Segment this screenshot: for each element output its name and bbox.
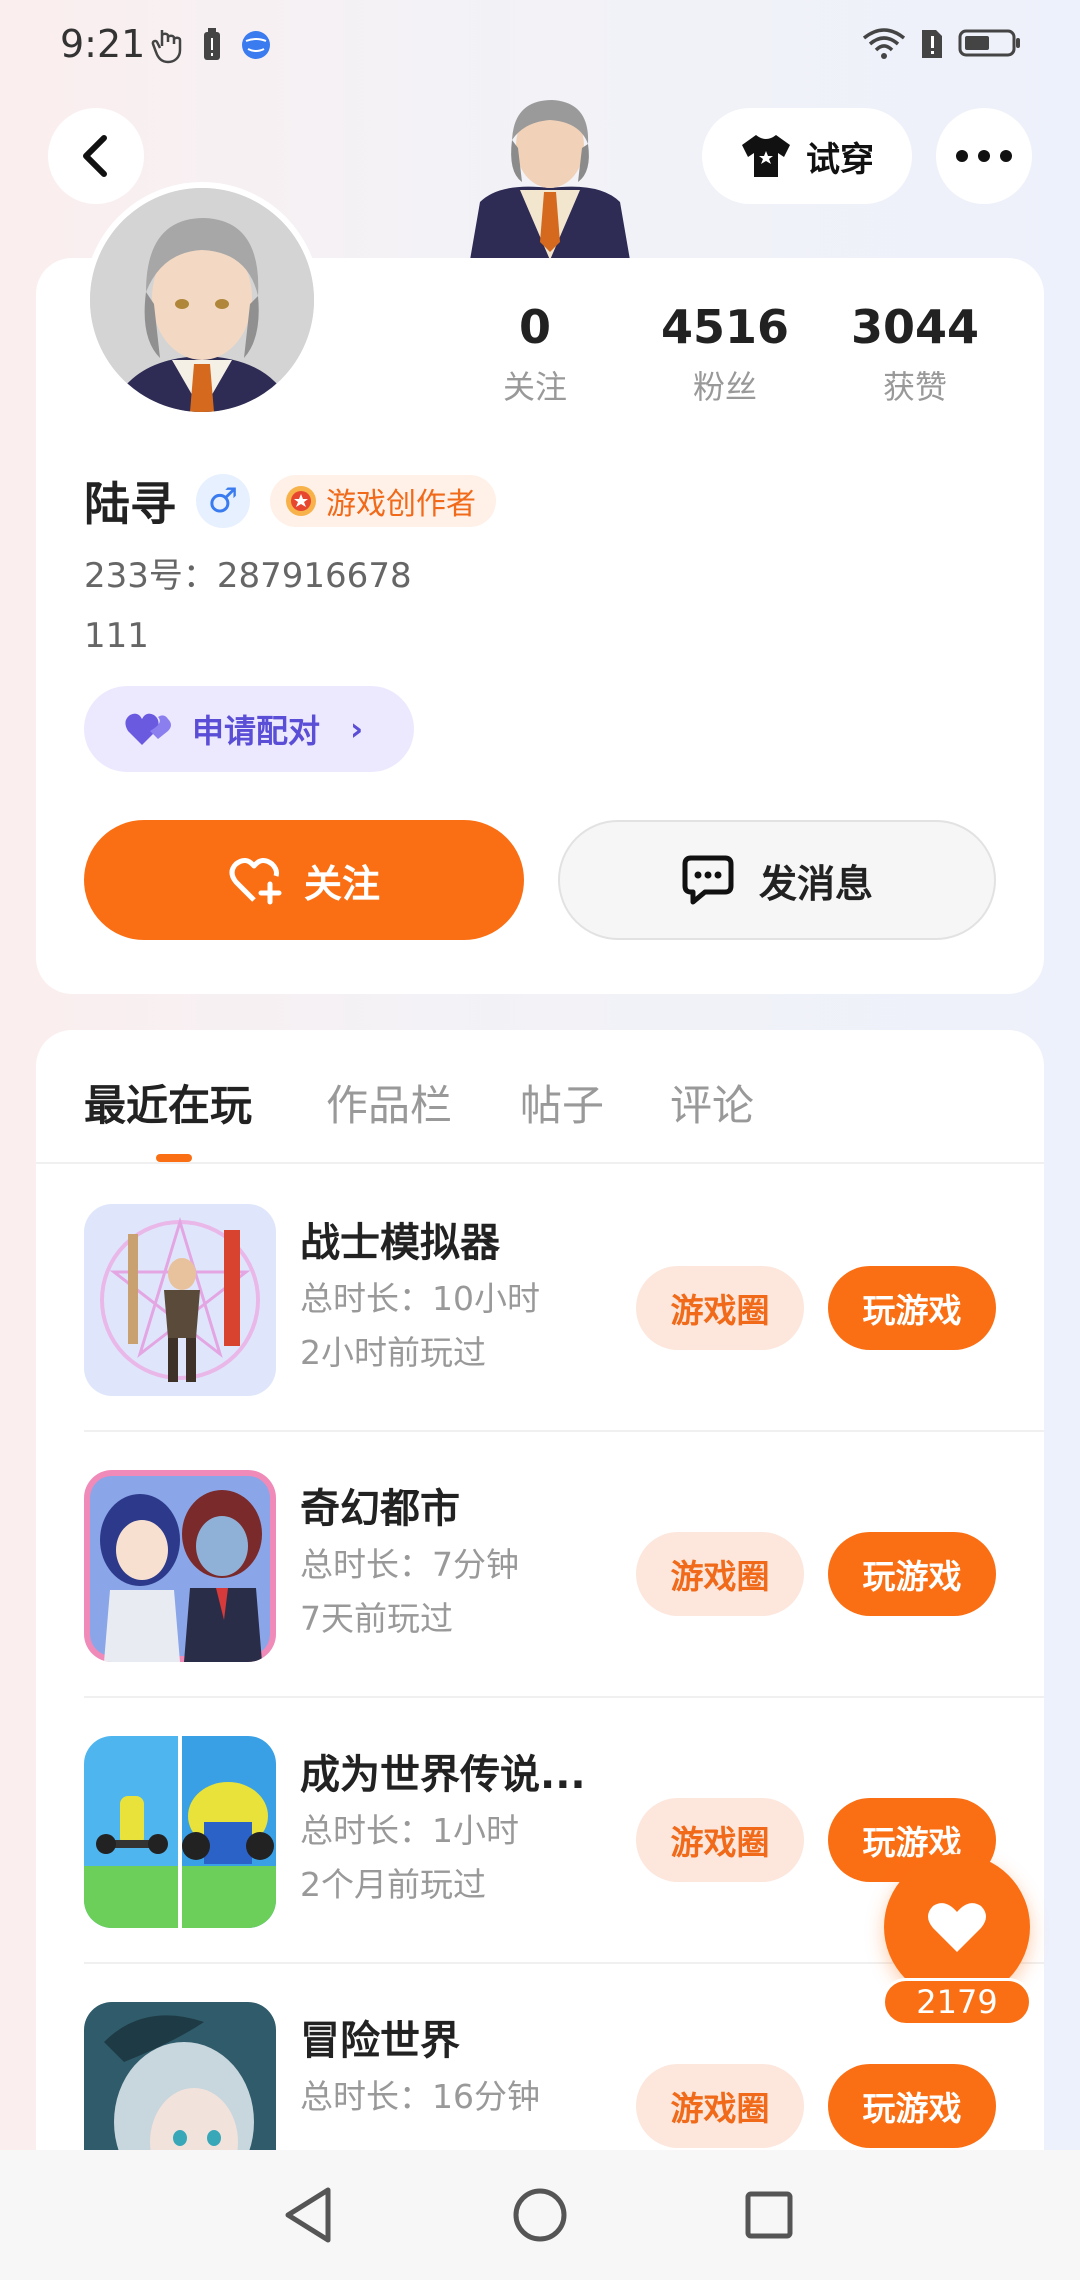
game-last-played: 2小时前玩过 [300,1333,486,1372]
creator-badge[interactable]: 游戏创作者 [270,475,496,527]
game-last-played: 2个月前玩过 [300,1865,486,1904]
stat-likes[interactable]: 3044 获赞 [820,300,1010,408]
tab-works[interactable]: 作品栏 [326,1072,452,1133]
game-title: 冒险世界 [300,2018,460,2064]
game-circle-button[interactable]: 游戏圈 [636,1266,804,1350]
chevron-right-icon: › [350,710,364,748]
send-message-button[interactable]: 发消息 [558,820,996,940]
tab-comments[interactable]: 评论 [670,1072,754,1133]
game-duration: 总时长：10小时 [300,1279,540,1318]
game-last-played: 7天前玩过 [300,1599,453,1638]
follow-label: 关注 [303,861,380,906]
stat-value: 4516 [660,300,790,354]
back-button[interactable] [48,108,144,204]
tab-indicator [156,1154,192,1162]
stat-value: 0 [518,300,551,354]
circle-home-icon [513,2188,567,2242]
double-heart-icon [125,713,171,745]
chat-bubble-icon [682,855,734,905]
creator-badge-label: 游戏创作者 [326,487,476,522]
creator-medal-icon [286,486,316,516]
more-dots-icon [956,150,1012,162]
triangle-back-icon [285,2187,331,2243]
like-count: 2179 [882,1978,1032,2026]
stat-label: 获赞 [882,368,947,406]
play-game-button[interactable]: 玩游戏 [828,2064,996,2148]
game-duration: 总时长：7分钟 [300,1545,519,1584]
game-circle-button[interactable]: 游戏圈 [636,2064,804,2148]
avatar[interactable] [84,182,320,418]
content-card: 最近在玩 作品栏 帖子 评论 战士模拟器 总时长：10小时 2小时前玩过 游戏圈… [36,1030,1044,2280]
follow-button[interactable]: 关注 [84,820,524,940]
try-on-label: 试穿 [806,139,874,180]
back-arrow-icon [83,135,107,177]
send-message-label: 发消息 [758,861,873,906]
game-duration: 总时长：16分钟 [300,2077,540,2116]
tab-bar: 最近在玩 作品栏 帖子 评论 [36,1030,1044,1164]
game-circle-button[interactable]: 游戏圈 [636,1532,804,1616]
game-thumbnail[interactable] [84,1470,276,1662]
game-thumbnail[interactable] [84,1736,276,1928]
game-row[interactable]: 战士模拟器 总时长：10小时 2小时前玩过 游戏圈 玩游戏 [36,1166,1044,1432]
heart-plus-icon [229,858,282,905]
avatar-model [470,92,630,260]
stat-label: 粉丝 [692,368,757,406]
name-row: 陆寻 ♂ 游戏创作者 [84,468,496,534]
stat-value: 3044 [850,300,980,354]
nav-home-button[interactable] [505,2180,575,2250]
play-game-button[interactable]: 玩游戏 [828,1532,996,1616]
game-circle-button[interactable]: 游戏圈 [636,1798,804,1882]
game-row[interactable]: 奇幻都市 总时长：7分钟 7天前玩过 游戏圈 玩游戏 [36,1432,1044,1698]
browser-icon [242,31,270,59]
pair-request-button[interactable]: 申请配对 › [84,686,414,772]
pair-request-label: 申请配对 [192,712,321,750]
touch-icon [151,30,182,64]
user-id: 233号：287916678 [84,556,412,596]
nav-back-button[interactable] [274,2180,344,2250]
battery-icon [958,29,1020,57]
tab-posts[interactable]: 帖子 [520,1072,604,1133]
more-button[interactable] [936,108,1032,204]
game-title: 战士模拟器 [300,1220,500,1266]
shirt-icon [742,135,790,177]
status-time: 9:21 [60,22,146,66]
tab-recent-played[interactable]: 最近在玩 [84,1072,252,1133]
square-recents-icon [745,2191,793,2239]
stat-following[interactable]: 0 关注 [440,300,630,408]
profile-stats: 0 关注 4516 粉丝 3044 获赞 [440,300,1010,408]
stat-followers[interactable]: 4516 粉丝 [630,300,820,408]
game-thumbnail[interactable] [84,1204,276,1396]
sim-alert-icon [922,30,942,58]
wifi-icon [862,28,906,59]
game-title: 奇幻都市 [300,1486,460,1532]
heart-icon [928,1903,986,1952]
battery-alert-icon [204,28,220,60]
status-bar: 9:21 [0,0,1080,92]
game-duration: 总时长：1小时 [300,1811,519,1850]
play-game-button[interactable]: 玩游戏 [828,1266,996,1350]
user-signature: 111 [84,616,149,656]
stat-label: 关注 [502,368,567,406]
nav-recents-button[interactable] [734,2180,804,2250]
user-name: 陆寻 [84,477,176,531]
try-on-button[interactable]: 试穿 [702,108,912,204]
game-title: 成为世界传说... [300,1752,586,1798]
male-icon: ♂ [196,474,250,528]
system-nav-bar [0,2150,1080,2280]
